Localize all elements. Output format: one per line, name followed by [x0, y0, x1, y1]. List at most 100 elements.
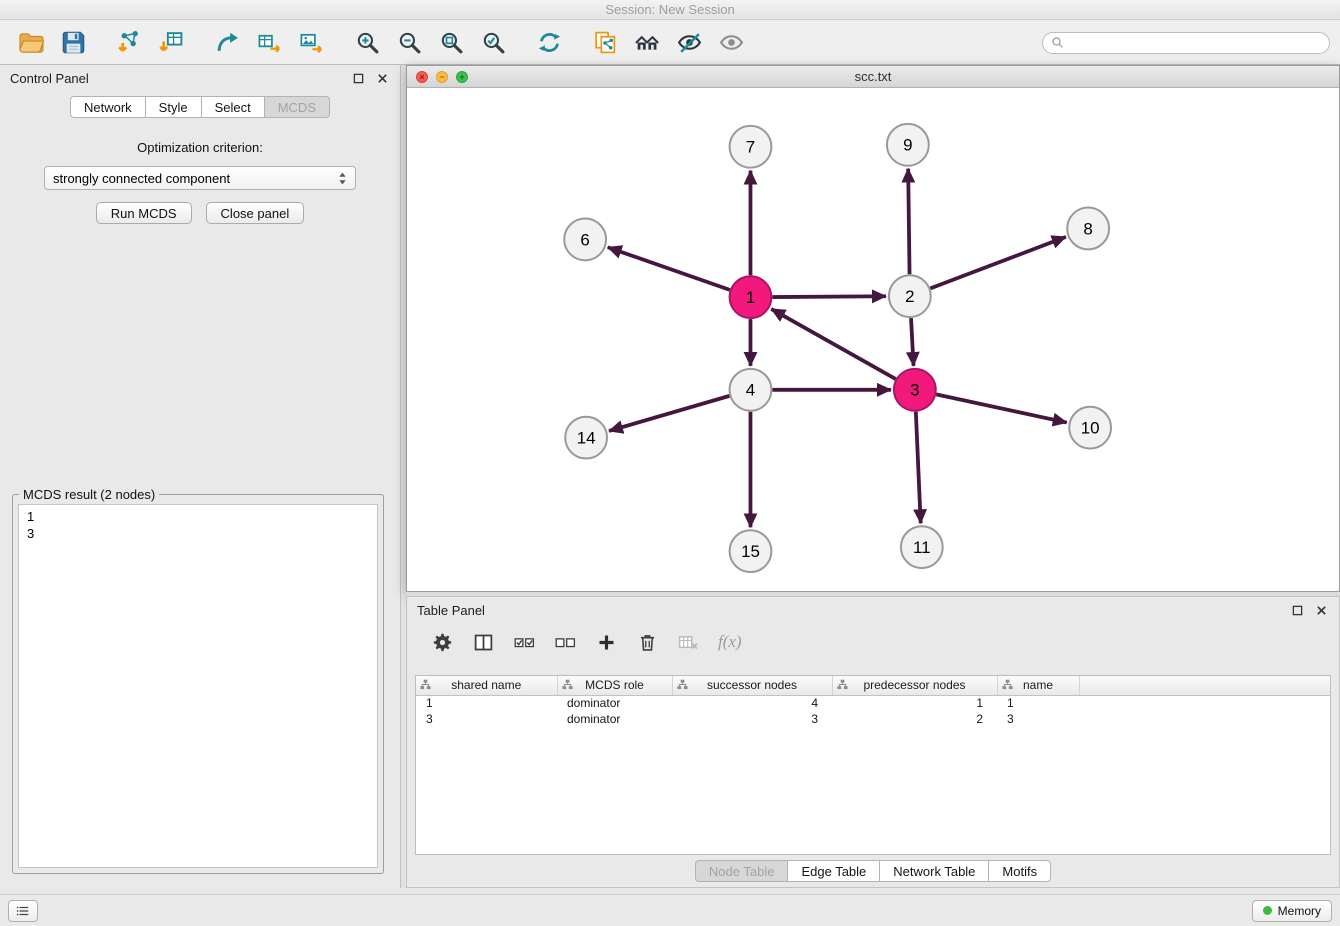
- edge-1-2[interactable]: [772, 296, 886, 297]
- node-1[interactable]: 1: [730, 276, 772, 318]
- node-6[interactable]: 6: [564, 218, 606, 260]
- node-15[interactable]: 15: [730, 530, 772, 572]
- table-panel-float-button[interactable]: [1289, 602, 1305, 618]
- control-panel-close-button[interactable]: [374, 70, 390, 86]
- table-settings-icon[interactable]: [427, 628, 457, 656]
- open-file-icon[interactable]: [13, 25, 49, 61]
- cell-mcds-role[interactable]: dominator: [557, 695, 672, 711]
- edge-4-14[interactable]: [609, 396, 729, 431]
- node-4[interactable]: 4: [730, 369, 772, 411]
- network-window-titlebar[interactable]: × − + scc.txt: [407, 66, 1339, 88]
- column-label: MCDS role: [585, 678, 644, 692]
- cell-successor-nodes[interactable]: 4: [672, 695, 832, 711]
- home-icon[interactable]: [629, 25, 665, 61]
- node-11[interactable]: 11: [901, 526, 943, 568]
- edge-3-10[interactable]: [936, 394, 1066, 422]
- table-tab-node-table[interactable]: Node Table: [695, 860, 789, 882]
- maximize-window-button[interactable]: +: [456, 71, 468, 83]
- table-panel-tabs: Node TableEdge TableNetwork TableMotifs: [407, 860, 1339, 882]
- cell-shared-name[interactable]: 3: [416, 711, 557, 727]
- column-tree-icon: [837, 679, 848, 690]
- table-body: 1dominator4113dominator323: [416, 695, 1330, 727]
- cell-predecessor-nodes[interactable]: 2: [832, 711, 997, 727]
- column-tree-icon: [420, 679, 431, 690]
- network-canvas[interactable]: 7 9 6 8 1 2 4 3 14 10 15 11: [407, 89, 1339, 591]
- table-row[interactable]: 3dominator323: [416, 711, 1330, 727]
- close-window-button[interactable]: ×: [416, 71, 428, 83]
- show-columns-icon[interactable]: [468, 628, 498, 656]
- edge-3-1[interactable]: [771, 309, 895, 379]
- table-tab-edge-table[interactable]: Edge Table: [787, 860, 880, 882]
- network-view-window: × − + scc.txt 7 9 6 8 1 2 4 3 14 10 15 11: [406, 65, 1340, 592]
- add-row-icon[interactable]: [591, 628, 621, 656]
- run-mcds-button[interactable]: Run MCDS: [96, 202, 192, 224]
- edge-3-11[interactable]: [916, 412, 921, 524]
- application-window: Session: New Session Control Panel Netwo…: [0, 0, 1340, 926]
- table-panel-header: Table Panel: [407, 597, 1339, 623]
- export-network-icon[interactable]: [209, 25, 245, 61]
- copy-network-view-icon[interactable]: [587, 25, 623, 61]
- node-8[interactable]: 8: [1067, 208, 1109, 250]
- search-box[interactable]: [1042, 32, 1330, 54]
- node-14[interactable]: 14: [565, 417, 607, 459]
- export-table-icon[interactable]: [251, 25, 287, 61]
- column-header-name[interactable]: name: [997, 676, 1079, 695]
- tab-select[interactable]: Select: [201, 96, 265, 118]
- cell-mcds-role[interactable]: dominator: [557, 711, 672, 727]
- search-input[interactable]: [1068, 35, 1321, 51]
- delete-row-icon[interactable]: [632, 628, 662, 656]
- close-panel-button[interactable]: Close panel: [206, 202, 305, 224]
- cell-name[interactable]: 1: [997, 695, 1079, 711]
- zoom-in-icon[interactable]: [349, 25, 385, 61]
- import-table-icon[interactable]: [153, 25, 189, 61]
- table-tab-motifs[interactable]: Motifs: [988, 860, 1051, 882]
- column-header-predecessor-nodes[interactable]: predecessor nodes: [832, 676, 997, 695]
- edge-2-3[interactable]: [911, 318, 913, 366]
- select-all-rows-icon[interactable]: [509, 628, 539, 656]
- column-label: predecessor nodes: [863, 678, 965, 692]
- visual-style-eye-icon[interactable]: [671, 25, 707, 61]
- table-tab-network-table[interactable]: Network Table: [879, 860, 989, 882]
- refresh-view-icon[interactable]: [531, 25, 567, 61]
- cell-predecessor-nodes[interactable]: 1: [832, 695, 997, 711]
- edge-2-9[interactable]: [908, 169, 909, 275]
- node-7[interactable]: 7: [730, 126, 772, 168]
- import-network-icon[interactable]: [111, 25, 147, 61]
- export-image-icon[interactable]: [293, 25, 329, 61]
- memory-button[interactable]: Memory: [1252, 900, 1332, 922]
- optimization-criterion-select[interactable]: strongly connected component: [44, 166, 356, 190]
- cell-name[interactable]: 3: [997, 711, 1079, 727]
- unselect-all-rows-icon[interactable]: [550, 628, 580, 656]
- table-panel-close-button[interactable]: [1313, 602, 1329, 618]
- tab-style[interactable]: Style: [145, 96, 202, 118]
- minimize-window-button[interactable]: −: [436, 71, 448, 83]
- control-panel-float-button[interactable]: [350, 70, 366, 86]
- edge-1-6[interactable]: [608, 247, 730, 290]
- show-hide-eye-icon[interactable]: [713, 25, 749, 61]
- tab-mcds[interactable]: MCDS: [264, 96, 330, 118]
- column-header-mcds-role[interactable]: MCDS role: [557, 676, 672, 695]
- svg-text:11: 11: [913, 538, 931, 557]
- column-header-successor-nodes[interactable]: successor nodes: [672, 676, 832, 695]
- cell-shared-name[interactable]: 1: [416, 695, 557, 711]
- column-tree-icon: [1002, 679, 1013, 690]
- zoom-fit-icon[interactable]: [433, 25, 469, 61]
- column-tree-icon: [562, 679, 573, 690]
- node-9[interactable]: 9: [887, 124, 929, 166]
- node-3[interactable]: 3: [894, 369, 936, 411]
- column-header-shared-name[interactable]: shared name: [416, 676, 557, 695]
- save-session-icon[interactable]: [55, 25, 91, 61]
- edge-2-8[interactable]: [930, 237, 1065, 288]
- node-10[interactable]: 10: [1069, 407, 1111, 449]
- panel-list-button[interactable]: [8, 900, 38, 922]
- mcds-result-list[interactable]: 13: [18, 504, 378, 868]
- tab-network[interactable]: Network: [70, 96, 146, 118]
- node-2[interactable]: 2: [889, 275, 931, 317]
- zoom-out-icon[interactable]: [391, 25, 427, 61]
- window-titlebar[interactable]: Session: New Session: [0, 0, 1340, 20]
- control-panel-header: Control Panel: [0, 65, 400, 91]
- zoom-selected-icon[interactable]: [475, 25, 511, 61]
- cell-successor-nodes[interactable]: 3: [672, 711, 832, 727]
- table-row[interactable]: 1dominator411: [416, 695, 1330, 711]
- search-icon: [1051, 36, 1064, 49]
